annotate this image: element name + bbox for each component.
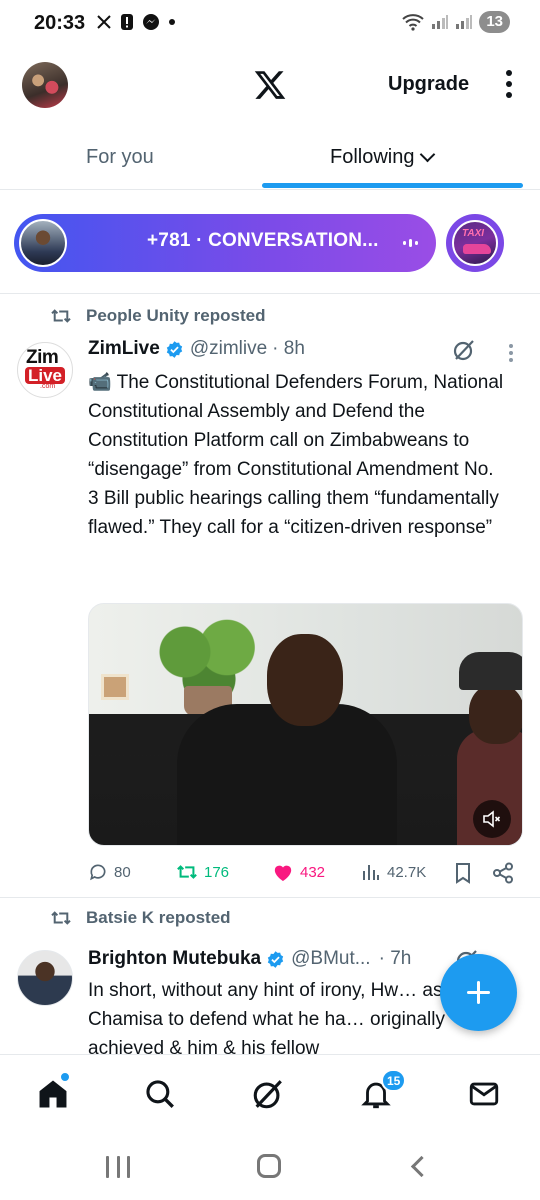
messages-icon — [469, 1082, 499, 1106]
home-icon — [39, 1080, 67, 1108]
system-nav-bar — [0, 1136, 540, 1200]
profile-avatar[interactable] — [22, 62, 68, 108]
alert-icon — [121, 14, 133, 30]
reply-count: 80 — [114, 863, 131, 881]
tweet-author-name[interactable]: Brighton Mutebuka — [88, 948, 261, 970]
tweet-text: 📹 The Constitutional Defenders Forum, Na… — [88, 372, 504, 538]
live-space-pill[interactable]: +781 · CONVERSATION... — [14, 214, 436, 272]
muted-speaker-icon — [483, 810, 501, 828]
reply-button[interactable]: 80 — [88, 862, 131, 882]
search-icon — [146, 1080, 174, 1108]
bottom-nav: 15 — [0, 1054, 540, 1136]
share-icon — [493, 862, 513, 884]
signal-icon — [432, 15, 449, 29]
repost-button[interactable]: 176 — [176, 862, 229, 882]
wall-frame — [101, 674, 129, 700]
grok-icon — [253, 1080, 282, 1109]
heart-filled-icon — [274, 865, 292, 882]
tab-for-you[interactable]: For you — [86, 146, 154, 169]
space-host-avatar — [19, 219, 67, 267]
top-header: Upgrade — [0, 52, 540, 118]
bookmark-icon — [456, 863, 470, 884]
upgrade-button[interactable]: Upgrade — [388, 73, 469, 96]
tweet-author-handle[interactable]: @zimlive — [190, 338, 267, 360]
reply-icon — [90, 864, 106, 881]
repost-icon — [51, 911, 71, 925]
audio-bars-icon — [403, 239, 418, 247]
wifi-icon — [402, 14, 424, 31]
views-icon — [363, 865, 379, 880]
nav-search[interactable] — [143, 1077, 179, 1113]
repost-attribution: People Unity reposted — [86, 306, 266, 325]
x-icon — [97, 15, 111, 29]
recent-apps-button[interactable] — [106, 1156, 130, 1178]
tweet[interactable]: People Unity reposted Zim Live .com ZimL… — [0, 296, 540, 898]
tweet-author-avatar[interactable]: Zim Live .com — [17, 342, 73, 398]
tweet-author-name[interactable]: ZimLive — [88, 338, 160, 360]
more-options-icon[interactable] — [500, 70, 518, 100]
tweet-author-handle[interactable]: @BMut... — [291, 948, 370, 970]
share-button[interactable] — [492, 862, 514, 884]
dot-icon — [169, 19, 175, 25]
nav-notifications[interactable]: 15 — [359, 1069, 407, 1113]
nav-home[interactable] — [36, 1072, 72, 1113]
signal-icon — [456, 15, 473, 29]
tweet-actions: 80 176 432 42.7K — [88, 862, 528, 886]
verified-badge-icon — [267, 950, 284, 968]
tweet-video[interactable] — [88, 603, 523, 846]
tab-following[interactable]: Following — [330, 146, 436, 169]
space-avatar-label: TAXI — [462, 228, 485, 239]
x-logo-icon[interactable] — [253, 68, 287, 102]
tab-following-label: Following — [330, 146, 415, 168]
system-home-button[interactable] — [257, 1154, 281, 1178]
like-button[interactable]: 432 — [272, 862, 325, 882]
nav-messages[interactable] — [467, 1077, 503, 1113]
repost-attribution: Batsie K reposted — [86, 908, 231, 927]
system-back-button[interactable] — [410, 1155, 433, 1178]
compose-button[interactable] — [440, 954, 517, 1031]
speaker-figure — [177, 704, 397, 845]
verified-badge-icon — [166, 340, 182, 358]
chevron-down-icon — [420, 146, 436, 163]
notifications-badge: 15 — [381, 1069, 407, 1092]
space-title: +781 · CONVERSATION... — [147, 230, 379, 251]
views-button[interactable]: 42.7K — [361, 862, 426, 882]
views-count: 42.7K — [387, 863, 427, 881]
nav-grok[interactable] — [251, 1077, 287, 1113]
taxi-car-icon — [463, 244, 491, 254]
status-bar: 20:33 13 — [0, 0, 540, 46]
repost-count: 176 — [204, 863, 230, 881]
mute-button[interactable] — [473, 800, 511, 838]
tweet-author-avatar[interactable] — [17, 950, 73, 1006]
tweet-more-icon[interactable] — [508, 344, 514, 364]
timeline-tabs: For you Following — [0, 124, 540, 190]
battery-indicator: 13 — [479, 11, 510, 33]
tweet-timestamp: · 8h — [272, 338, 305, 359]
repost-icon — [177, 865, 197, 879]
bookmark-button[interactable] — [454, 862, 472, 884]
spaces-bar: +781 · CONVERSATION... TAXI — [0, 190, 540, 294]
messenger-icon — [143, 14, 159, 30]
new-posts-dot — [60, 1072, 70, 1082]
tweet-timestamp: · 7h — [378, 948, 412, 969]
grok-icon[interactable] — [452, 338, 476, 362]
repost-icon — [51, 309, 71, 323]
status-time: 20:33 — [34, 12, 86, 34]
active-tab-indicator — [262, 183, 523, 188]
like-count: 432 — [300, 863, 326, 881]
space-avatar-taxi[interactable]: TAXI — [446, 214, 504, 272]
